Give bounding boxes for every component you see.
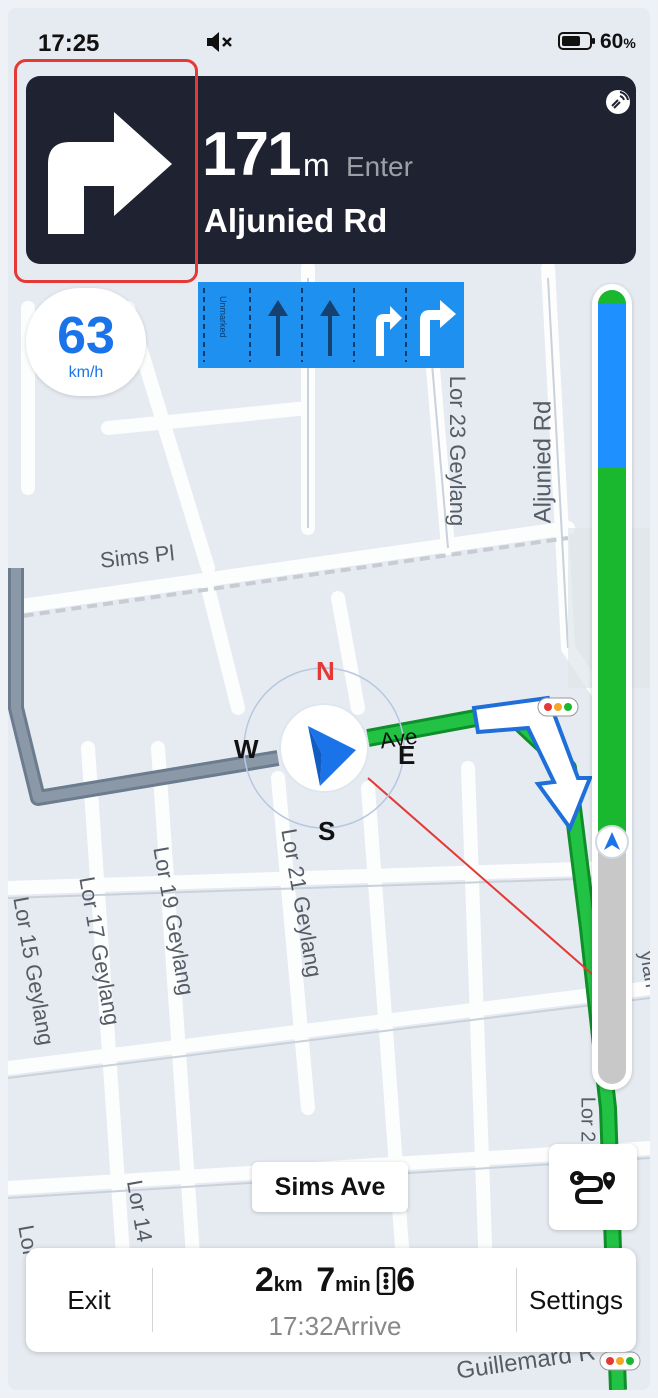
speed-unit: km/h: [68, 364, 104, 381]
turn-distance: 171: [202, 120, 301, 189]
turn-distance-unit: m: [303, 147, 330, 183]
progress-segment-blue: [598, 304, 626, 468]
progress-position-icon: [594, 824, 630, 865]
trip-summary-bar: Exit 2km 7min 6 17:32Arrive Settings: [26, 1248, 636, 1352]
next-road-name: Aljunied Rd: [204, 202, 388, 239]
speaker-muted-icon: [205, 30, 233, 59]
status-time: 17:25: [38, 30, 100, 57]
battery-value: 60: [600, 30, 624, 53]
trip-time-unit: min: [335, 1274, 371, 1296]
arrival-info: 17:32Arrive: [154, 1309, 516, 1343]
traffic-light-count: 6: [396, 1261, 416, 1299]
compass-west: W: [234, 734, 259, 764]
route-progress-bar: [592, 284, 632, 1090]
route-overview-button[interactable]: [549, 1144, 637, 1230]
arrival-time: 17:32: [268, 1311, 334, 1341]
trip-info: 2km 7min 6 17:32Arrive: [154, 1262, 516, 1342]
traffic-light-icon: [376, 1266, 396, 1307]
arrival-label: Arrive: [333, 1311, 402, 1341]
compass-south: S: [318, 816, 336, 846]
satellite-signal-icon[interactable]: [604, 88, 632, 121]
map-label-aljunied-rd: Aljunied Rd: [529, 400, 557, 524]
divider-left: [152, 1268, 153, 1332]
lane-guidance: Unmarked: [198, 282, 464, 368]
compass-north: N: [316, 656, 335, 686]
battery-icon: [558, 30, 596, 57]
battery-percent: 60%: [600, 30, 636, 54]
speed-value: 63: [57, 307, 115, 365]
speedometer: 63 km/h: [26, 288, 146, 396]
navigation-screen: Sims Pl Aljunied Rd Lor 23 Geylang Lor 2…: [8, 8, 650, 1390]
turn-action: Enter: [346, 151, 413, 182]
progress-segment-green-top: [598, 290, 626, 304]
exit-button[interactable]: Exit: [26, 1248, 152, 1352]
trip-stats: 2km 7min 6: [154, 1262, 516, 1307]
current-street-label: Sims Ave: [252, 1162, 408, 1212]
map-label-lor23: Lor 23 Geylang: [445, 375, 471, 527]
map-label-lor-right: Lor 2: [576, 1096, 599, 1143]
route-overview-icon: [570, 1171, 615, 1204]
settings-button[interactable]: Settings: [516, 1248, 636, 1352]
lane-unmarked-label: Unmarked: [218, 296, 228, 338]
trip-time-value: 7: [316, 1261, 336, 1299]
turn-highlight-box: [14, 59, 198, 283]
trip-distance-unit: km: [273, 1274, 303, 1296]
trip-distance-value: 2: [254, 1261, 274, 1299]
route-progress-track: [598, 290, 626, 1084]
lane-arrows-icon: [203, 288, 456, 362]
compass-east: E: [398, 740, 416, 770]
battery-unit: %: [623, 35, 636, 51]
progress-segment-green: [598, 468, 626, 848]
